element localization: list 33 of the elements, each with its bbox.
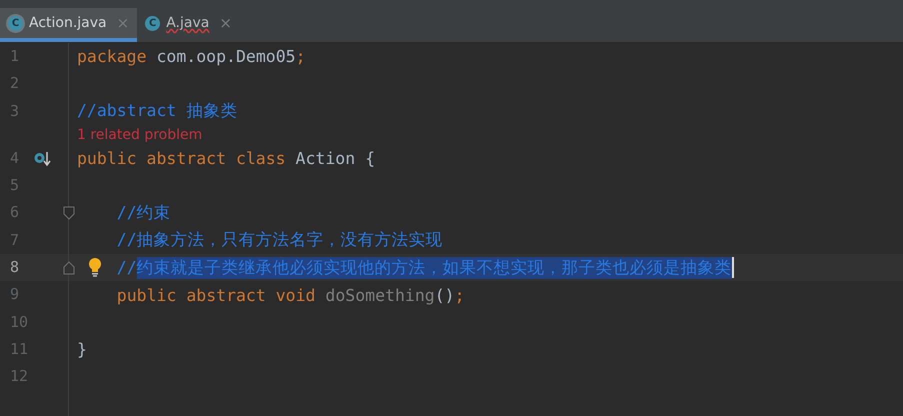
line-number: 9: [10, 285, 20, 304]
file-tab[interactable]: C A.java ×: [137, 8, 240, 42]
code-line: //约束: [116, 202, 171, 224]
code-line: }: [77, 340, 87, 360]
lightbulb-icon[interactable]: [87, 257, 103, 278]
line-number: 2: [10, 74, 20, 92]
fold-start-icon[interactable]: [63, 206, 75, 220]
code-line: //抽象方法，只有方法名字，没有方法实现: [116, 229, 443, 252]
implemented-icon[interactable]: [33, 150, 51, 168]
line-number: 5: [10, 176, 20, 194]
line-number: 12: [10, 367, 28, 386]
line-number: 11: [10, 340, 28, 358]
code-line: public abstract void doSomething();: [116, 286, 465, 305]
line-number: 7: [10, 230, 20, 249]
code-line: //abstract 抽象类: [77, 100, 238, 122]
class-file-icon: C: [145, 16, 160, 30]
line-number: 3: [10, 102, 20, 120]
close-icon[interactable]: ×: [116, 14, 130, 32]
file-tab[interactable]: C Action.java ×: [0, 8, 138, 42]
code-line: //: [116, 258, 137, 278]
close-icon[interactable]: ×: [219, 14, 232, 32]
code-line: public abstract class Action {: [77, 149, 376, 168]
line-number: 1: [10, 47, 20, 65]
line-number: 6: [10, 203, 20, 222]
line-number: 10: [10, 312, 28, 331]
fold-end-icon[interactable]: [63, 261, 75, 276]
tab-label: Action.java: [29, 15, 107, 31]
class-file-icon: C: [8, 16, 23, 30]
line-number: 4: [10, 148, 20, 167]
related-problem-hint[interactable]: 1 related problem: [77, 126, 202, 143]
tab-label: A.java: [166, 15, 210, 31]
line-number: 8: [10, 258, 20, 276]
code-line: package com.oop.Demo05;: [77, 47, 306, 66]
